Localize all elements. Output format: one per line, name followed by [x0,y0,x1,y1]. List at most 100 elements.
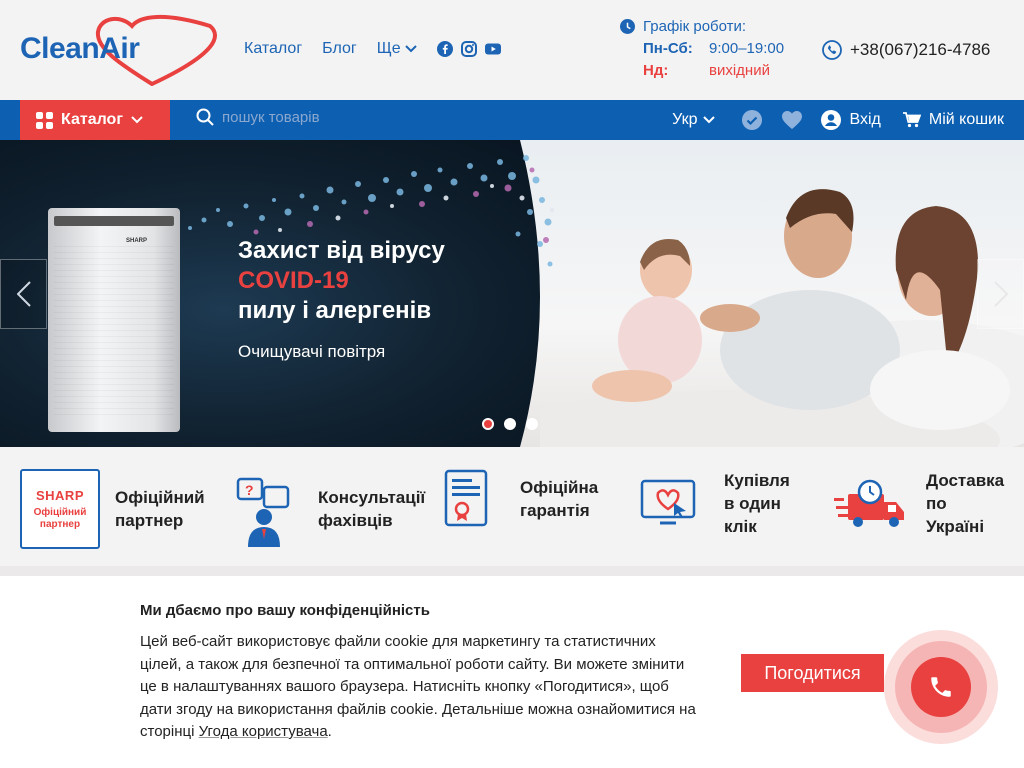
phone-icon [931,677,951,697]
feature-label: Офіційна гарантія [520,476,598,522]
feature-official-partner: SHARP Офіційний партнер Офіційний партне… [20,469,205,549]
hero-headline-highlight: COVID-19 [238,267,349,294]
feature-label-line: фахівців [318,511,393,530]
feature-label-line: Консультації [318,488,426,507]
slider-dot[interactable] [482,418,494,430]
compare-icon[interactable] [741,109,763,131]
logo-text: CleanAir [20,32,140,65]
cookie-text-end: . [327,723,332,740]
catalog-button[interactable]: Каталог [20,100,170,140]
cart-icon [902,112,921,128]
youtube-icon[interactable] [484,41,501,57]
schedule-day: Пн-Сб: [643,40,693,57]
chevron-right-icon [993,281,1008,307]
feature-one-click: Купівля в один клік [640,469,790,538]
login-link[interactable]: Вхід [821,110,881,130]
purifier-brand: SHARP [126,238,148,244]
nav-blog-link[interactable]: Блог [322,40,357,58]
feature-label-line: Офіційна [520,478,599,497]
delivery-truck-icon [834,479,904,527]
agree-button[interactable]: Погодитися [741,654,884,692]
schedule-title-label: Графік роботи: [643,18,747,35]
grid-icon [36,111,53,129]
hero-headline: Захист від вірусу [238,237,445,264]
schedule-row: Нд: вихідний [620,62,800,79]
top-header: CleanAir Каталог Блог Ще Графік роботи: … [0,0,1024,100]
schedule-title: Графік роботи: [620,18,800,35]
slider-next-button[interactable] [977,259,1024,329]
schedule-day: Нд: [643,62,669,79]
cart-link[interactable]: Мій кошик [902,111,1004,129]
badge-text: Офіційний партнер [33,506,87,530]
feature-label: Доставка по Україні [926,469,1004,538]
certificate-icon [444,469,488,527]
cookie-text: Цей веб-сайт використовує файли cookie д… [140,631,700,744]
feature-label-line: по [926,494,947,513]
callback-button[interactable] [884,630,998,744]
work-schedule: Графік роботи: Пн-Сб: 9:00–19:00 Нд: вих… [620,18,800,79]
chevron-left-icon [16,281,31,307]
consultant-icon: ? [236,477,290,547]
features-strip: SHARP Офіційний партнер Офіційний партне… [0,447,1024,569]
svg-text:?: ? [245,482,254,498]
top-nav: Каталог Блог Ще [244,40,501,58]
search-input[interactable] [222,108,522,126]
nav-more-label: Ще [376,40,401,57]
language-selector[interactable]: Укр [672,111,716,129]
callback-ring [895,641,987,733]
search-icon[interactable] [196,108,214,126]
monitor-click-icon [640,479,696,524]
family-photo [540,189,1024,447]
feature-label: Офіційний партнер [115,486,205,532]
badge-brand: SHARP [35,487,84,503]
slider-dot[interactable] [504,418,516,430]
phone-icon [822,40,842,60]
feature-label-line: партнер [115,511,184,530]
cart-label: Мій кошик [928,111,1004,128]
login-label: Вхід [849,111,881,128]
feature-label-line: Україні [926,517,985,536]
feature-label-line: клік [724,517,757,536]
heart-icon[interactable] [781,110,803,130]
slider-dots [482,418,538,430]
feature-consultations: ? Консультації фахівців [234,469,425,549]
nav-catalog-link[interactable]: Каталог [244,40,302,58]
chevron-down-icon [703,116,716,124]
phone-number: +38(067)216-4786 [850,40,991,59]
language-label: Укр [672,111,698,128]
hero-subtitle: Очищувачі повітря [238,342,386,361]
main-bar: Каталог Укр Вхід Мій кошик [0,100,1024,140]
schedule-time: вихідний [709,62,770,79]
feature-label-line: в один [724,494,781,513]
schedule-time: 9:00–19:00 [709,40,785,57]
feature-delivery: Доставка по Україні [834,469,1004,538]
user-agreement-link[interactable]: Угода користувача [199,723,328,740]
user-icon [821,110,842,130]
chevron-down-icon [131,116,143,124]
facebook-icon[interactable] [436,41,453,57]
nav-more-link[interactable]: Ще [377,40,417,58]
air-purifier-image: SHARP [48,208,180,432]
social-links [436,41,501,57]
schedule-row: Пн-Сб: 9:00–19:00 [620,40,800,57]
slider-dot[interactable] [526,418,538,430]
feature-label-line: Купівля [724,471,790,490]
search-box [196,108,522,126]
feature-label-line: Офіційний [115,488,205,507]
hero-headline: пилу і алергенів [238,297,432,324]
callback-inner [911,657,971,717]
section-divider [0,566,1024,576]
hero-slider: SHARP Захист від вірусу COVID-19 пилу і … [0,140,1024,447]
logo[interactable]: CleanAir [20,14,217,86]
chevron-down-icon [404,45,417,53]
cookie-title: Ми дбаємо про вашу конфіденційність [140,602,430,619]
instagram-icon[interactable] [460,41,477,57]
slider-prev-button[interactable] [0,259,47,329]
clock-icon [620,19,635,34]
feature-label-line: гарантія [520,501,590,520]
phone-link[interactable]: +38(067)216-4786 [822,40,990,60]
feature-label-line: Доставка [926,471,1005,490]
feature-label: Купівля в один клік [724,469,790,538]
feature-label: Консультації фахівців [318,486,425,532]
sharp-partner-badge: SHARP Офіційний партнер [20,469,100,549]
